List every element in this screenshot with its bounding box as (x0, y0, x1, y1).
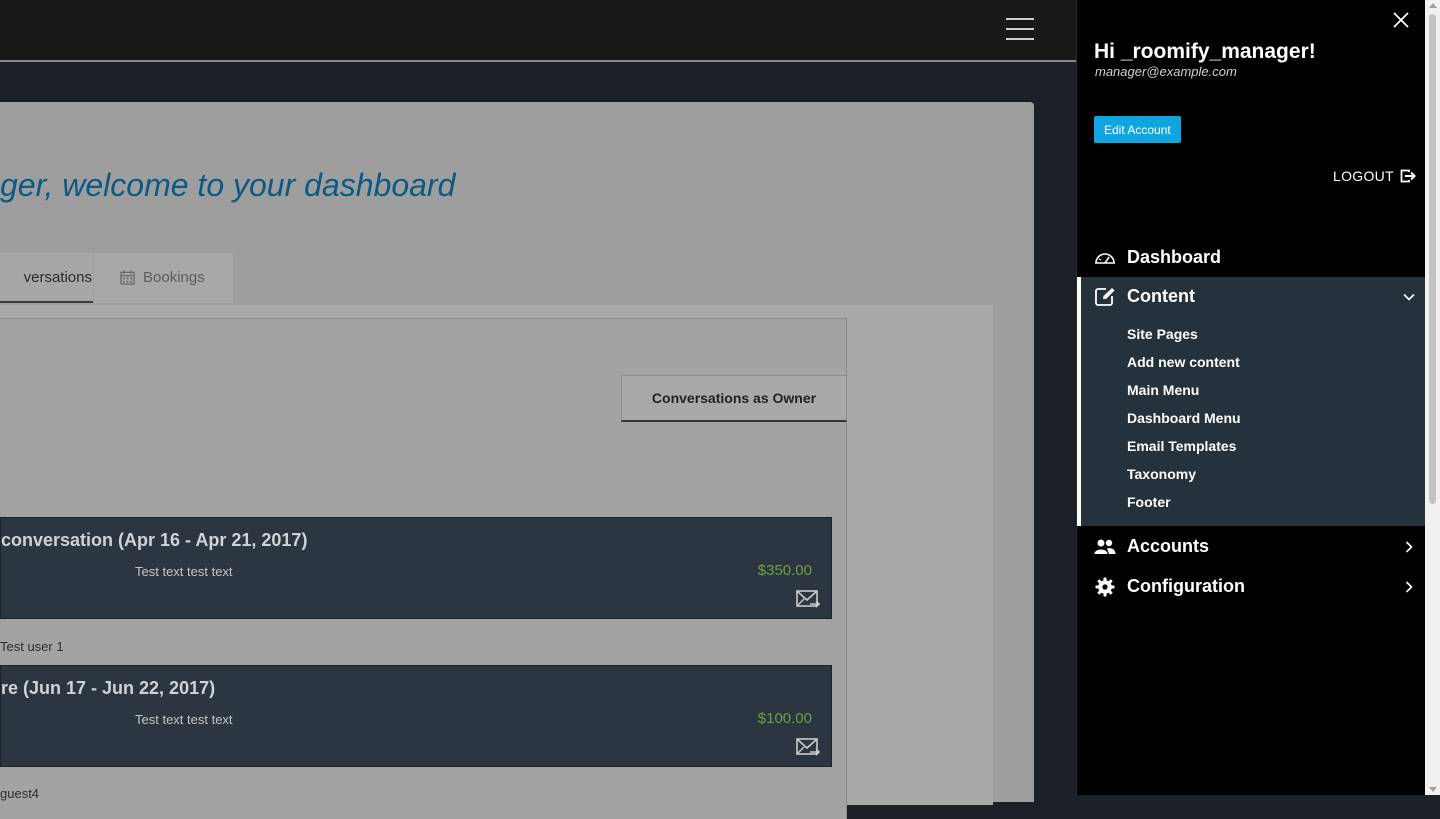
logout-icon (1400, 169, 1416, 183)
subnav-taxonomy[interactable]: Taxonomy (1127, 466, 1196, 482)
user-greeting: Hi _roomify_manager! (1094, 40, 1316, 63)
nav-label: Accounts (1127, 536, 1210, 556)
edit-account-button[interactable]: Edit Account (1094, 116, 1181, 143)
chevron-right-icon (1405, 581, 1413, 593)
content-section: Content Site Pages Add new content Main … (1077, 277, 1426, 526)
envelope-reply-icon[interactable] (796, 737, 820, 757)
nav-item-content[interactable]: Content (1077, 277, 1426, 317)
tab-conversations-as-owner[interactable]: Conversations as Owner (621, 375, 847, 422)
conversation-price: $100.00 (757, 710, 812, 727)
scrollbar-thumb[interactable] (1429, 14, 1436, 504)
user-email: manager@example.com (1095, 64, 1237, 79)
conversation-text: Test text test text (135, 564, 233, 579)
close-icon[interactable] (1392, 11, 1410, 29)
conversation-title: re (Jun 17 - Jun 22, 2017) (1, 678, 216, 698)
chevron-down-icon (1403, 293, 1415, 301)
scroll-up-arrow-icon[interactable] (1429, 3, 1437, 8)
conversation-card[interactable]: re (Jun 17 - Jun 22, 2017) Test text tes… (0, 665, 832, 767)
conversation-card[interactable]: conversation (Apr 16 - Apr 21, 2017) Tes… (0, 517, 832, 619)
tab-bookings-label: Bookings (143, 269, 205, 286)
tab-conversations[interactable]: versations (0, 253, 93, 303)
chevron-right-icon (1405, 541, 1413, 553)
subnav-dashboard-menu[interactable]: Dashboard Menu (1127, 410, 1241, 426)
subnav-main-menu[interactable]: Main Menu (1127, 382, 1199, 398)
subnav-email-templates[interactable]: Email Templates (1127, 438, 1236, 454)
nav-item-configuration[interactable]: Configuration (1077, 567, 1426, 607)
nav-label: Content (1127, 286, 1195, 306)
nav-item-accounts[interactable]: Accounts (1077, 527, 1426, 567)
nav-item-dashboard[interactable]: Dashboard (1077, 238, 1426, 278)
conversation-text: Test text test text (135, 712, 233, 727)
logout-label: LOGOUT (1333, 168, 1394, 184)
hamburger-menu-icon[interactable] (1006, 18, 1034, 42)
subnav-footer[interactable]: Footer (1127, 494, 1171, 510)
edit-icon (1095, 288, 1115, 306)
subnav-site-pages[interactable]: Site Pages (1127, 326, 1198, 342)
logout-link[interactable]: LOGOUT (1333, 168, 1416, 184)
conversation-title: conversation (Apr 16 - Apr 21, 2017) (1, 530, 308, 550)
conversation-price: $350.00 (757, 562, 812, 579)
scroll-down-arrow-icon[interactable] (1429, 787, 1437, 792)
welcome-heading: ger, welcome to your dashboard (0, 167, 456, 203)
nav-label: Dashboard (1127, 247, 1222, 267)
drawer-scrollbar[interactable] (1425, 0, 1440, 795)
dashboard-gauge-icon (1095, 253, 1115, 264)
account-drawer: Hi _roomify_manager! manager@example.com… (1076, 0, 1426, 795)
subnav-add-new-content[interactable]: Add new content (1127, 354, 1240, 370)
top-bar (0, 0, 1076, 62)
gear-icon (1095, 577, 1115, 597)
tab-bookings[interactable]: Bookings (94, 253, 233, 303)
users-icon (1094, 539, 1116, 554)
envelope-reply-icon[interactable] (796, 589, 820, 609)
nav-label: Configuration (1127, 576, 1245, 596)
conversation-user: guest4 (0, 786, 40, 801)
conversation-user: Test user 1 (0, 639, 64, 654)
calendar-icon (120, 270, 135, 285)
